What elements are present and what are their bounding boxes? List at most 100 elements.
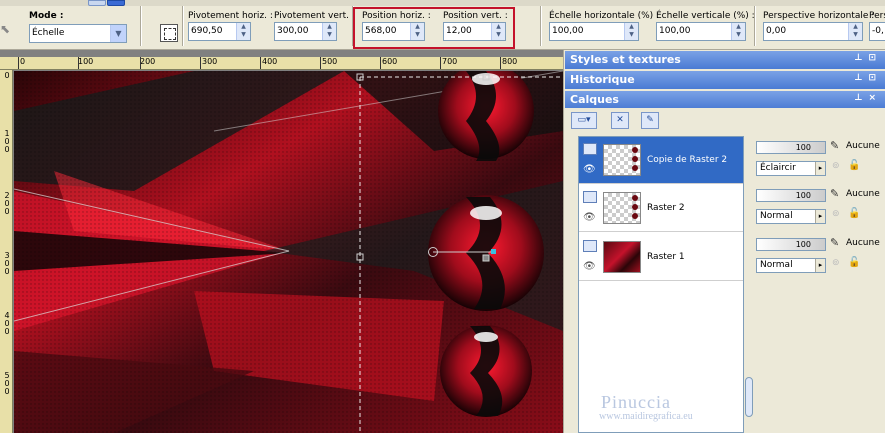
ruler-tick: [440, 57, 441, 69]
layers-scrollbar[interactable]: [745, 377, 753, 417]
link-icon[interactable]: ⊚: [832, 209, 840, 219]
layer-group-icon[interactable]: [583, 240, 597, 252]
spin-arrows-icon[interactable]: ▲ ▼: [236, 23, 250, 40]
ruler-h-label: 0: [20, 57, 26, 66]
edit-layer-icon[interactable]: ✎: [641, 112, 659, 129]
pivot-h-value: 690,50: [191, 26, 223, 36]
layer-group-icon[interactable]: [583, 191, 597, 203]
layers-palette-title[interactable]: Calques ⊥×: [565, 91, 885, 109]
eye-icon[interactable]: 👁: [583, 164, 596, 175]
ruler-h-label: 800: [502, 57, 518, 66]
eye-icon[interactable]: 👁: [583, 212, 596, 223]
mask-label: Aucune: [846, 238, 880, 248]
opacity-slider[interactable]: 100: [756, 189, 826, 202]
mode-label: Mode :: [29, 11, 64, 21]
pin-close-icons[interactable]: ⊥⊡: [854, 73, 882, 83]
ruler-tick: [78, 57, 79, 69]
layer-row-copie-raster-2[interactable]: 👁 Copie de Raster 2: [579, 137, 743, 184]
eye-icon[interactable]: 👁: [583, 261, 596, 272]
scale-v-input[interactable]: 100,00 ▲ ▼: [656, 22, 746, 41]
pick-tool-icon[interactable]: [160, 24, 178, 42]
scale-h-input[interactable]: 100,00 ▲ ▼: [549, 22, 639, 41]
brush-icon: ✎: [830, 236, 840, 249]
watermark-line1: Pinuccia: [601, 392, 671, 412]
layer-name[interactable]: Raster 1: [647, 252, 685, 262]
layer-name[interactable]: Raster 2: [647, 203, 685, 213]
layers-list: 👁 Copie de Raster 2 👁 Raster 2 👁 Raster …: [578, 136, 744, 433]
artwork: [14, 71, 563, 433]
chevron-right-icon[interactable]: ▸: [815, 210, 825, 223]
lock-icon[interactable]: 🔓: [848, 257, 860, 268]
pivot-v-label: Pivotement vert. :: [274, 11, 355, 21]
blend-mode-select[interactable]: Normal ▸: [756, 258, 826, 273]
lock-icon[interactable]: 🔓: [848, 160, 860, 171]
styles-palette-title[interactable]: Styles et textures ⊥⊡: [565, 51, 885, 69]
chevron-right-icon[interactable]: ▸: [815, 259, 825, 272]
opacity-slider[interactable]: 100: [756, 238, 826, 251]
history-palette-title[interactable]: Historique ⊥⊡: [565, 71, 885, 89]
spin-arrows-icon[interactable]: ▲ ▼: [322, 23, 336, 40]
layer-name[interactable]: Copie de Raster 2: [647, 155, 727, 165]
lock-icon[interactable]: 🔓: [848, 208, 860, 219]
mask-label: Aucune: [846, 141, 880, 151]
link-icon[interactable]: ⊚: [832, 161, 840, 171]
canvas-area: 0 100 200 300 400 500 600 700 800 0 1 0 …: [0, 50, 563, 433]
right-panel: Styles et textures ⊥⊡ Historique ⊥⊡ Calq…: [563, 50, 885, 433]
pivot-h-input[interactable]: 690,50 ▲ ▼: [188, 22, 251, 41]
layer-row-raster-1[interactable]: 👁 Raster 1: [579, 234, 743, 281]
layers-title-text: Calques: [570, 93, 619, 106]
spin-arrows-icon[interactable]: ▲ ▼: [731, 23, 745, 40]
pivot-h-label: Pivotement horiz. :: [188, 11, 273, 21]
ruler-v-label: 4 0 0: [4, 311, 10, 336]
link-icon[interactable]: ⊚: [832, 258, 840, 268]
ruler-tick: [380, 57, 381, 69]
toolbar-toggle-button-active[interactable]: [107, 0, 125, 6]
toolbar-toggle-button[interactable]: [88, 0, 106, 6]
history-title-text: Historique: [570, 73, 635, 86]
styles-title-text: Styles et textures: [570, 53, 681, 66]
blend-mode-select[interactable]: Normal ▸: [756, 209, 826, 224]
layer-group-icon[interactable]: [583, 143, 597, 155]
pointer-icon: ⬉: [0, 22, 11, 36]
persp-h-input[interactable]: 0,00 ▲ ▼: [763, 22, 863, 41]
scale-h-label: Échelle horizontale (%) :: [549, 11, 660, 21]
ruler-tick: [140, 57, 141, 69]
layer-props-row: 100 ✎ Aucune Normal ▸ ⊚ 🔓: [754, 184, 885, 231]
persp-v-value: -0,: [872, 26, 884, 36]
scale-v-label: Échelle verticale (%) :: [656, 11, 755, 21]
opacity-value: 100: [795, 240, 811, 249]
layer-properties: 100 ✎ Aucune Éclaircir ▸ ⊚ 🔓 100 ✎ Aucune…: [754, 136, 885, 433]
ruler-v-label: 1 0 0: [4, 129, 10, 154]
chevron-down-icon[interactable]: ▼: [110, 25, 126, 42]
brush-icon: ✎: [830, 187, 840, 200]
position-highlight-box: [353, 7, 515, 49]
sphere-bottom: [440, 325, 532, 417]
spin-arrows-icon[interactable]: ▲ ▼: [624, 23, 638, 40]
sphere-middle: [428, 195, 544, 311]
layer-props-row: 100 ✎ Aucune Normal ▸ ⊚ 🔓: [754, 233, 885, 280]
blend-mode-select[interactable]: Éclaircir ▸: [756, 161, 826, 176]
pivot-v-input[interactable]: 300,00 ▲ ▼: [274, 22, 337, 41]
layer-thumbnail: [603, 241, 641, 273]
layer-row-raster-2[interactable]: 👁 Raster 2: [579, 185, 743, 232]
ruler-h-label: 100: [78, 57, 94, 66]
mode-select[interactable]: Échelle ▼: [29, 24, 127, 43]
toolbar-separator: [540, 6, 542, 46]
ruler-tick: [200, 57, 201, 69]
delete-layer-icon[interactable]: ✕: [611, 112, 629, 129]
new-layer-icon[interactable]: ▭▾: [571, 112, 597, 129]
spin-arrows-icon[interactable]: ▲ ▼: [848, 23, 862, 40]
opacity-slider[interactable]: 100: [756, 141, 826, 154]
ruler-v-label: 0: [4, 71, 10, 80]
pin-close-icons[interactable]: ⊥×: [854, 93, 882, 103]
layer-props-row: 100 ✎ Aucune Éclaircir ▸ ⊚ 🔓: [754, 136, 885, 183]
layer-thumbnail: [603, 192, 641, 224]
persp-v-input[interactable]: -0,: [869, 22, 885, 41]
pin-close-icons[interactable]: ⊥⊡: [854, 53, 882, 63]
chevron-right-icon[interactable]: ▸: [815, 162, 825, 175]
canvas-image[interactable]: [14, 71, 563, 433]
persp-v-label: Pers: [869, 11, 885, 21]
pivot-v-value: 300,00: [277, 26, 309, 36]
opacity-value: 100: [795, 191, 811, 200]
watermark-line2: www.maidiregrafica.eu: [599, 411, 693, 422]
